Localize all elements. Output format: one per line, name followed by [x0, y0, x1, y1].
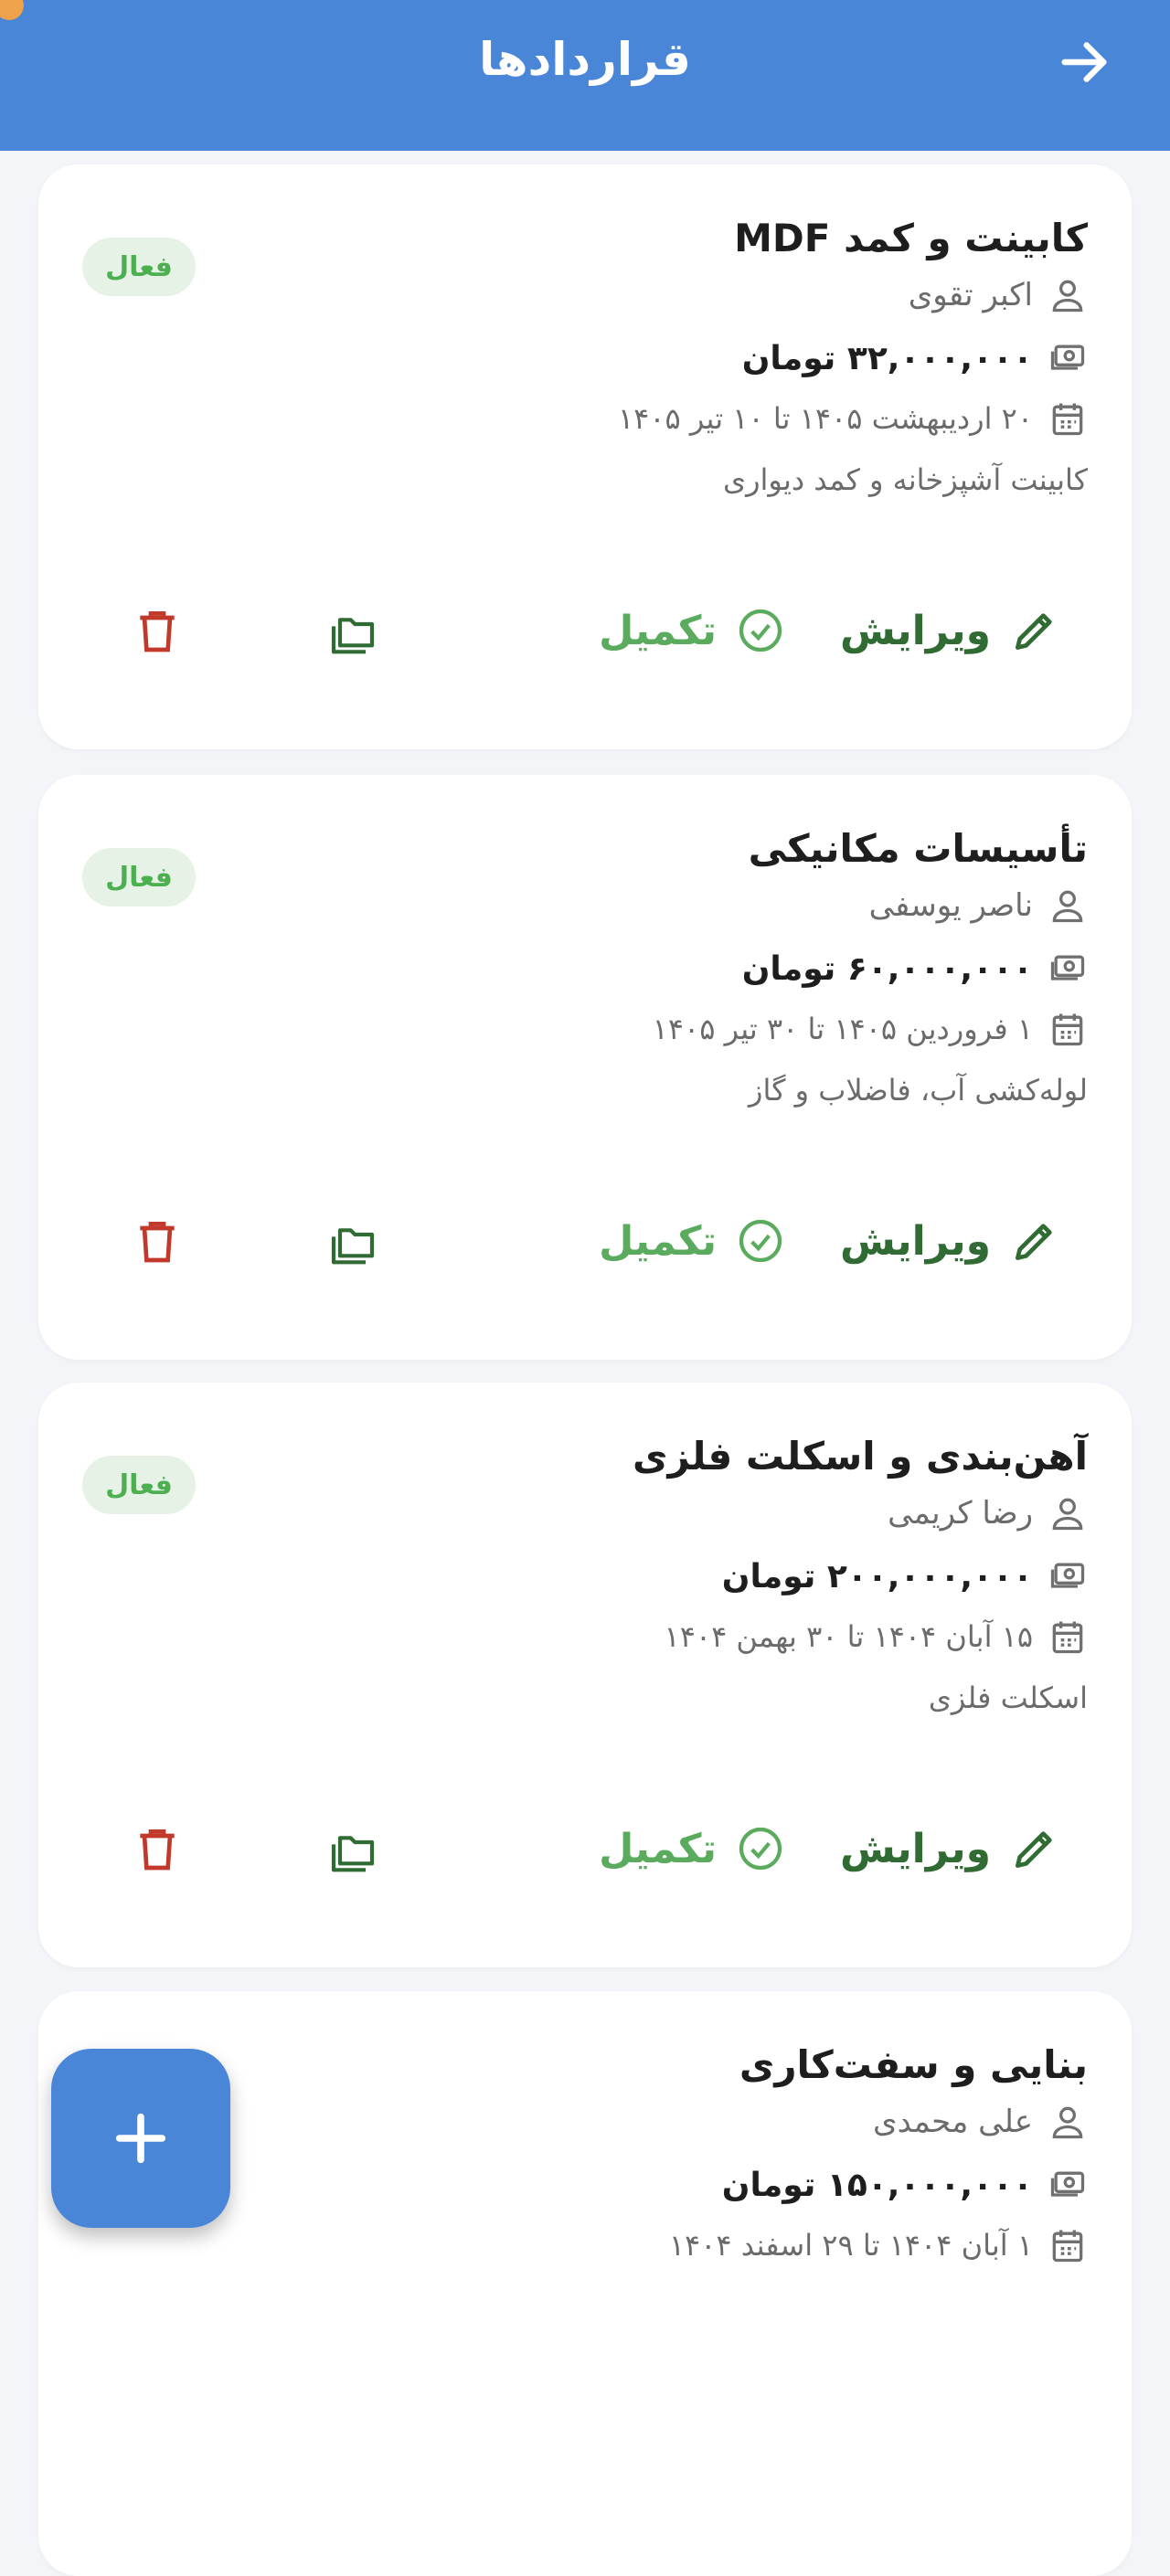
- page-title: قراردادها: [479, 33, 691, 86]
- dates-row: ۲۰ اردیبهشت ۱۴۰۵ تا ۱۰ تیر ۱۴۰۵: [618, 398, 1088, 439]
- contract-title: کابینت و کمد MDF: [734, 216, 1088, 260]
- contract-dates: ۱۵ آبان ۱۴۰۴ تا ۳۰ بهمن ۱۴۰۴: [664, 1619, 1034, 1654]
- complete-label: تکمیل: [599, 1217, 717, 1265]
- contract-dates: ۱ فروردین ۱۴۰۵ تا ۳۰ تیر ۱۴۰۵: [652, 1012, 1033, 1046]
- contractor-name: اکبر تقوی: [908, 277, 1033, 313]
- contractor-name: علی محمدی: [873, 2104, 1033, 2140]
- contract-description: کابینت آشپزخانه و کمد دیواری: [723, 462, 1088, 497]
- card-actions: ویرایش تکمیل: [38, 1807, 1132, 1890]
- card-actions: ویرایش تکمیل: [38, 1200, 1132, 1282]
- pencil-icon: [1016, 1831, 1052, 1868]
- person-icon: [1052, 890, 1083, 923]
- amount-row: ۱۵۰,۰۰۰,۰۰۰ تومان: [722, 2165, 1088, 2205]
- contract-amount: ۲۰۰,۰۰۰,۰۰۰ تومان: [721, 1557, 1033, 1595]
- contract-amount: ۶۰,۰۰۰,۰۰۰ تومان: [741, 949, 1033, 988]
- contract-card[interactable]: تأسیسات مکانیکی ناصر یوسفی ۶۰,۰۰۰,۰۰۰ تو…: [38, 775, 1132, 1360]
- card-actions: ویرایش تکمیل: [38, 589, 1132, 672]
- dates-row: ۱ فروردین ۱۴۰۵ تا ۳۰ تیر ۱۴۰۵: [653, 1009, 1088, 1049]
- pencil-icon: [1016, 613, 1052, 650]
- delete-button[interactable]: [128, 1807, 186, 1890]
- amount-row: ۶۰,۰۰۰,۰۰۰ تومان: [742, 949, 1088, 989]
- folders-icon: [331, 1228, 375, 1265]
- complete-label: تکمیل: [599, 607, 717, 654]
- edit-button[interactable]: ویرایش: [840, 1807, 1060, 1890]
- contractor-row: علی محمدی: [873, 2102, 1088, 2142]
- amount-row: ۳۲,۰۰۰,۰۰۰ تومان: [742, 338, 1088, 378]
- contractor-row: ناصر یوسفی: [869, 885, 1088, 926]
- add-contract-button[interactable]: [51, 2049, 230, 2228]
- check-circle-icon: [739, 1219, 782, 1263]
- copy-button[interactable]: [324, 1807, 382, 1890]
- contractor-row: اکبر تقوی: [909, 275, 1088, 315]
- edit-label: ویرایش: [839, 1217, 991, 1265]
- check-circle-icon: [739, 609, 782, 652]
- delete-button[interactable]: [128, 589, 186, 672]
- copy-button[interactable]: [324, 1200, 382, 1282]
- contract-description: لوله‌کشی آب، فاضلاب و گاز: [749, 1073, 1088, 1108]
- contract-amount: ۱۵۰,۰۰۰,۰۰۰ تومان: [721, 2166, 1033, 2204]
- status-dot: [0, 0, 24, 20]
- contract-description: اسکلت فلزی: [928, 1680, 1088, 1715]
- contractor-row: رضا کریمی: [888, 1493, 1088, 1533]
- back-button[interactable]: [1055, 33, 1113, 91]
- money-icon: [1050, 2171, 1085, 2197]
- status-badge: فعال: [82, 1456, 196, 1514]
- copy-button[interactable]: [324, 589, 382, 672]
- status-badge: فعال: [82, 848, 196, 906]
- trash-icon: [140, 611, 175, 652]
- check-circle-icon: [739, 1827, 782, 1871]
- edit-label: ویرایش: [839, 1825, 991, 1872]
- folders-icon: [331, 1836, 375, 1872]
- dates-row: ۱ آبان ۱۴۰۴ تا ۲۹ اسفند ۱۴۰۴: [669, 2225, 1088, 2265]
- contract-card[interactable]: آهن‌بندی و اسکلت فلزی رضا کریمی ۲۰۰,۰۰۰,…: [38, 1383, 1132, 1967]
- contract-title: بنایی و سفت‌کاری: [739, 2042, 1088, 2087]
- delete-button[interactable]: [128, 1200, 186, 1282]
- pencil-icon: [1016, 1224, 1052, 1260]
- edit-button[interactable]: ویرایش: [840, 589, 1060, 672]
- plus-icon: [115, 2113, 166, 2164]
- calendar-icon: [1052, 1013, 1083, 1046]
- contractor-name: ناصر یوسفی: [868, 887, 1033, 924]
- complete-button[interactable]: تکمیل: [599, 1807, 786, 1890]
- edit-label: ویرایش: [839, 607, 991, 654]
- contract-amount: ۳۲,۰۰۰,۰۰۰ تومان: [741, 339, 1033, 377]
- contract-dates: ۱ آبان ۱۴۰۴ تا ۲۹ اسفند ۱۴۰۴: [668, 2228, 1033, 2263]
- edit-button[interactable]: ویرایش: [840, 1200, 1060, 1282]
- contract-dates: ۲۰ اردیبهشت ۱۴۰۵ تا ۱۰ تیر ۱۴۰۵: [617, 401, 1033, 436]
- money-icon: [1050, 955, 1085, 981]
- complete-button[interactable]: تکمیل: [599, 1200, 786, 1282]
- contract-title: تأسیسات مکانیکی: [748, 826, 1088, 871]
- contract-title: آهن‌بندی و اسکلت فلزی: [633, 1434, 1088, 1479]
- person-icon: [1052, 2106, 1083, 2139]
- dates-row: ۱۵ آبان ۱۴۰۴ تا ۳۰ بهمن ۱۴۰۴: [665, 1617, 1089, 1657]
- person-icon: [1052, 1498, 1083, 1531]
- trash-icon: [140, 1829, 175, 1871]
- calendar-icon: [1052, 2230, 1083, 2263]
- person-icon: [1052, 280, 1083, 313]
- complete-label: تکمیل: [599, 1825, 717, 1872]
- contract-card[interactable]: کابینت و کمد MDF اکبر تقوی ۳۲,۰۰۰,۰۰۰ تو…: [38, 164, 1132, 749]
- calendar-icon: [1052, 1621, 1083, 1654]
- trash-icon: [140, 1222, 175, 1263]
- complete-button[interactable]: تکمیل: [599, 589, 786, 672]
- status-badge: فعال: [82, 238, 196, 296]
- arrow-right-icon: [1061, 42, 1107, 82]
- calendar-icon: [1052, 403, 1083, 436]
- app-bar: قراردادها: [0, 0, 1170, 151]
- folders-icon: [331, 618, 375, 654]
- money-icon: [1050, 345, 1085, 370]
- money-icon: [1050, 1563, 1085, 1588]
- contractor-name: رضا کریمی: [888, 1495, 1033, 1532]
- amount-row: ۲۰۰,۰۰۰,۰۰۰ تومان: [722, 1556, 1088, 1596]
